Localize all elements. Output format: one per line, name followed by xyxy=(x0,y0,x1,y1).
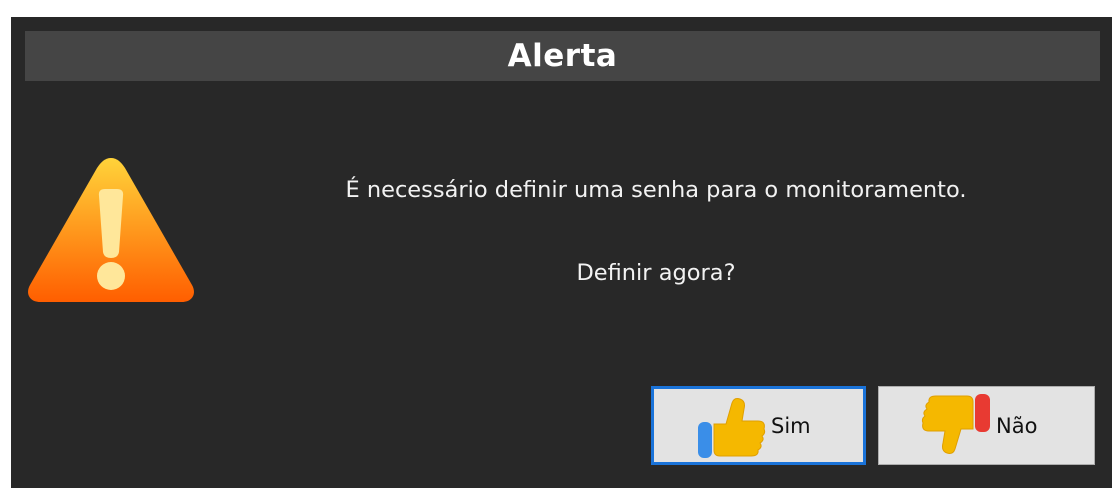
thumbs-down-icon xyxy=(921,394,990,454)
dialog-title: Alerta xyxy=(507,38,618,74)
warning-triangle-icon xyxy=(28,158,194,302)
no-button-label: Não xyxy=(996,414,1038,438)
title-bar: Alerta xyxy=(25,31,1100,81)
no-button[interactable]: Não xyxy=(878,386,1095,465)
alert-dialog: Alerta É necessário definir uma senha pa… xyxy=(11,17,1112,488)
thumbs-up-icon xyxy=(698,398,766,458)
yes-button[interactable]: Sim xyxy=(651,386,866,465)
message-line-1: É necessário definir uma senha para o mo… xyxy=(345,177,967,203)
message-line-2: Definir agora? xyxy=(576,260,736,286)
yes-button-label: Sim xyxy=(771,414,811,438)
